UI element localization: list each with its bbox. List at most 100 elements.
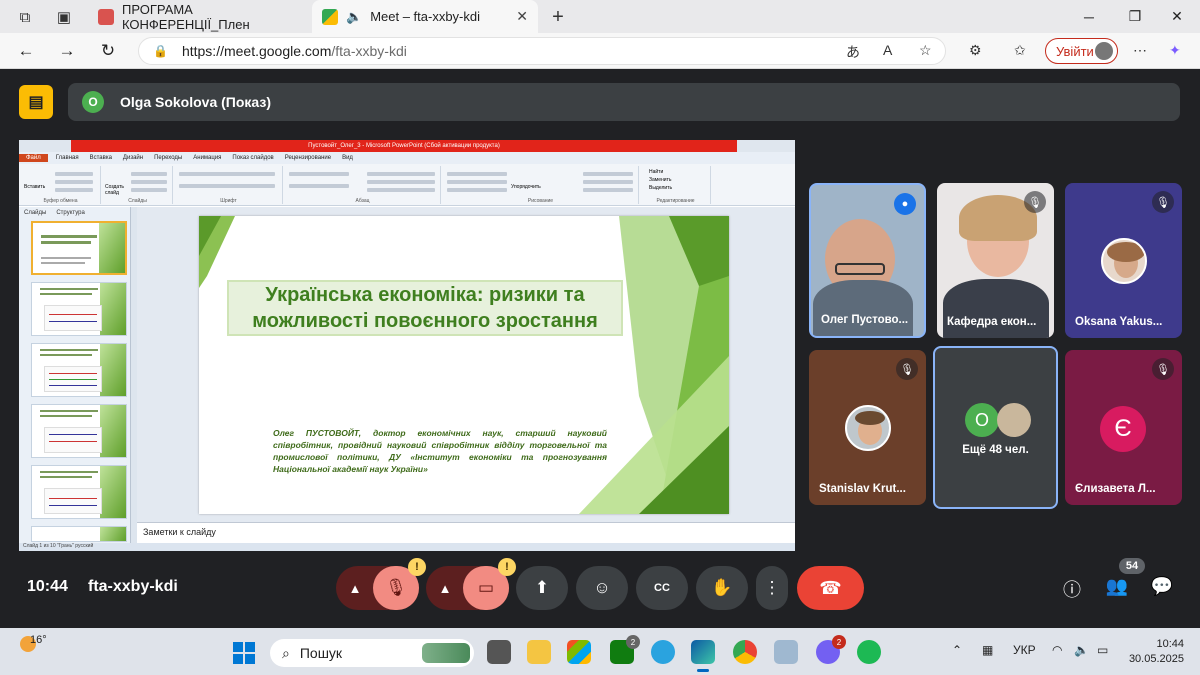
reactions-button[interactable]: ☺	[576, 566, 628, 610]
show-hidden-icons-chevron-icon[interactable]: ⌃	[952, 643, 962, 657]
new-tab-icon[interactable]: +	[547, 6, 569, 28]
tab-slides: Слайды	[24, 210, 47, 216]
task-view-icon[interactable]	[487, 640, 511, 664]
group-label: Шрифт	[220, 198, 237, 204]
translate-icon[interactable]: あ	[846, 42, 860, 62]
group-label: Абзац	[355, 198, 370, 204]
slide-thumbnail: 1	[31, 221, 127, 275]
lock-icon[interactable]: 🔒	[153, 44, 168, 58]
slides-panel: Слайды Структура 1 2 3 4	[19, 207, 131, 543]
favorites-icon[interactable]: ✩	[1014, 42, 1026, 59]
meeting-code: fta-xxby-kdi	[88, 578, 178, 595]
current-slide: Українська економіка: ризики та можливос…	[199, 216, 729, 514]
meet-stage: ▤ O Olga Sokolova (Показ) Пустовойт_Олег…	[0, 69, 1200, 628]
signin-button[interactable]: Увійти	[1045, 38, 1118, 64]
viber-icon[interactable]: 2	[816, 635, 846, 664]
url-path: /fta-xxby-kdi	[331, 43, 407, 59]
audio-options-chevron-icon[interactable]: ▲	[336, 581, 374, 596]
close-tab-icon[interactable]: ✕	[516, 8, 528, 25]
ppt-menu-item: Главная	[55, 155, 79, 161]
slides-panel-tabs: Слайды Структура	[19, 207, 130, 219]
chat-icon[interactable]: 💬	[1150, 576, 1174, 597]
mic-off-icon: 🎙	[385, 578, 407, 597]
camera-toggle-button[interactable]: ▭ !	[463, 558, 516, 610]
mic-off-icon: 🎙	[1152, 358, 1174, 380]
shared-screen: Пустовойт_Олег_3 - Microsoft PowerPoint …	[19, 140, 795, 551]
participant-name: Олег Пустово...	[821, 314, 909, 326]
read-aloud-icon[interactable]: A	[883, 42, 892, 58]
ribbon-group-paragraph: Абзац	[285, 166, 441, 204]
start-button[interactable]	[233, 642, 255, 664]
battery-icon[interactable]: ▭	[1097, 643, 1108, 657]
participant-name: Кафедра екон...	[947, 316, 1037, 328]
hang-up-icon: ☎	[819, 577, 842, 598]
volume-icon[interactable]: 🔈	[1074, 643, 1089, 657]
copilot-icon[interactable]: ✦	[1169, 42, 1181, 59]
google-meet-icon	[322, 8, 338, 25]
speaker-icon[interactable]: 🔈	[346, 9, 362, 25]
url-host: https://meet.google.com	[181, 43, 332, 59]
xbox-badge: 2	[626, 635, 640, 649]
participant-tile[interactable]: 🎙 Кафедра екон...	[937, 183, 1054, 338]
ppt-menu-item: Переходы	[154, 155, 183, 161]
telegram-icon[interactable]	[651, 640, 675, 664]
meeting-info-icon[interactable]: ⓘ	[1060, 576, 1084, 602]
favorite-star-icon[interactable]: ☆	[919, 42, 932, 59]
workspaces-icon[interactable]: ⧉	[14, 6, 36, 28]
vertical-tabs-icon[interactable]: ▣	[53, 6, 75, 28]
close-window-icon[interactable]: ✕	[1154, 0, 1200, 33]
meeting-time: 10:44	[27, 578, 68, 595]
mic-off-icon: 🎙	[1024, 191, 1046, 213]
device-icon[interactable]: ▦	[982, 643, 993, 657]
search-placeholder: Пошук	[299, 645, 343, 661]
slide-author: Олег ПУСТОВОЙТ, доктор економічних наук,…	[273, 428, 607, 474]
restore-icon[interactable]: ❐	[1112, 0, 1158, 33]
browser-tab-bar: ⧉ ▣ ПРОГРАМА КОНФЕРЕНЦІЇ_Плен 🔈 Meet – f…	[0, 0, 1200, 33]
raise-hand-button[interactable]: ✋	[696, 566, 748, 610]
taskbar-search[interactable]: ⌕ Пошук	[270, 639, 474, 667]
slide-thumbnail: 4	[31, 404, 127, 458]
present-screen-button[interactable]: ⬆	[516, 566, 568, 610]
xbox-icon[interactable]: 2	[610, 635, 640, 664]
search-icon: ⌕	[282, 644, 290, 661]
find-label: Найти	[649, 169, 664, 175]
profile-icon	[1095, 42, 1113, 60]
participant-tile[interactable]: 🎙 Stanislav Krut...	[809, 350, 926, 505]
weather-widget[interactable]: 16°	[20, 634, 47, 652]
spotify-icon[interactable]	[857, 640, 881, 664]
language-indicator[interactable]: УКР	[1013, 643, 1036, 657]
wifi-icon[interactable]: ◠	[1052, 643, 1062, 657]
participant-tile[interactable]: 🎙 Oksana Yakus...	[1065, 183, 1182, 338]
video-options-chevron-icon[interactable]: ▲	[426, 581, 464, 596]
ribbon-group-font: Шрифт	[175, 166, 283, 204]
presentation-icon[interactable]: ▤	[19, 85, 53, 119]
warning-icon: !	[498, 558, 516, 576]
people-icon[interactable]: 👥	[1105, 576, 1129, 597]
participant-tile[interactable]: ● Олег Пустово...	[809, 183, 926, 338]
chrome-icon[interactable]	[733, 640, 757, 664]
system-clock[interactable]: 10:44 30.05.2025	[1128, 637, 1184, 667]
more-menu-icon[interactable]: ⋯	[1133, 42, 1147, 59]
mic-toggle-button[interactable]: 🎙 !	[373, 558, 426, 610]
app-icon[interactable]	[774, 640, 798, 664]
mic-off-icon: 🎙	[896, 358, 918, 380]
file-explorer-icon[interactable]	[527, 640, 551, 664]
tab-conference-program[interactable]: ПРОГРАМА КОНФЕРЕНЦІЇ_Плен	[88, 0, 310, 33]
more-participants-tile[interactable]: O Ещё 48 чел.	[933, 346, 1058, 509]
captions-button[interactable]: CC	[636, 566, 688, 610]
forward-icon[interactable]: →	[55, 39, 79, 63]
back-icon[interactable]: ←	[14, 39, 38, 63]
store-icon[interactable]	[567, 640, 591, 664]
more-options-button[interactable]: ⋮	[756, 566, 788, 610]
minimize-icon[interactable]: ─	[1066, 0, 1112, 33]
leave-call-button[interactable]: ☎	[797, 566, 864, 610]
extensions-icon[interactable]: ⚙	[969, 42, 982, 59]
group-label: Редактирование	[656, 198, 695, 204]
tab-meet[interactable]: 🔈 Meet – fta-xxby-kdi ✕	[312, 0, 538, 33]
refresh-icon[interactable]: ↻	[96, 39, 120, 63]
participant-tile[interactable]: Є 🎙 Єлизавета Л...	[1065, 350, 1182, 505]
edge-icon[interactable]	[691, 640, 715, 672]
url-field[interactable]: 🔒 https://meet.google.com/fta-xxby-kdi	[138, 37, 946, 65]
search-highlight-image	[422, 643, 470, 663]
slide-title-box: Українська економіка: ризики та можливос…	[227, 280, 623, 336]
